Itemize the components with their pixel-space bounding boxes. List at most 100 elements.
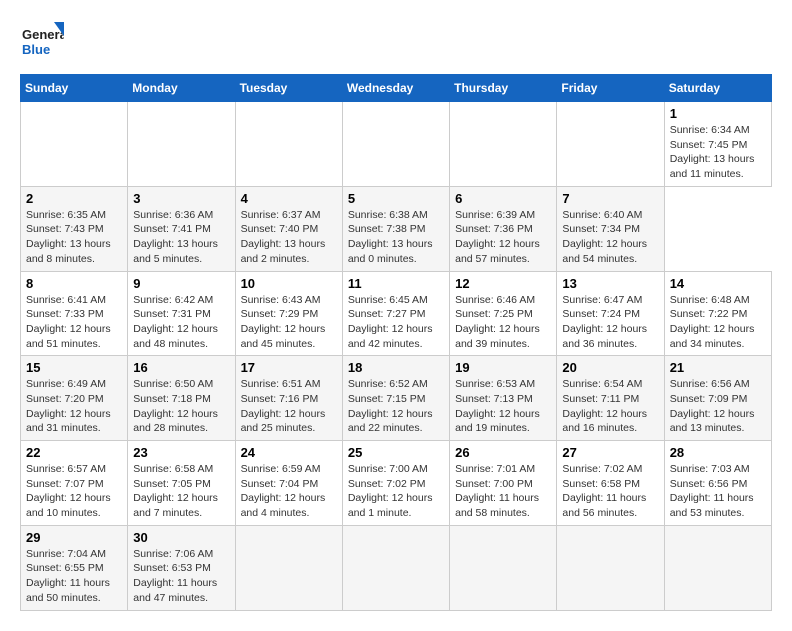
day-number: 19 (455, 360, 551, 375)
calendar-cell: 8 Sunrise: 6:41 AMSunset: 7:33 PMDaylight… (21, 271, 128, 356)
day-info: Sunrise: 7:01 AMSunset: 7:00 PMDaylight:… (455, 462, 551, 521)
day-info: Sunrise: 7:03 AMSunset: 6:56 PMDaylight:… (670, 462, 766, 521)
calendar-cell (557, 525, 664, 610)
day-info: Sunrise: 6:57 AMSunset: 7:07 PMDaylight:… (26, 462, 122, 521)
day-number: 1 (670, 106, 766, 121)
calendar-cell: 26Sunrise: 7:01 AMSunset: 7:00 PMDayligh… (450, 441, 557, 526)
calendar-cell: 4 Sunrise: 6:37 AMSunset: 7:40 PMDaylight… (235, 186, 342, 271)
calendar-cell: 9 Sunrise: 6:42 AMSunset: 7:31 PMDaylight… (128, 271, 235, 356)
calendar-cell: 15Sunrise: 6:49 AMSunset: 7:20 PMDayligh… (21, 356, 128, 441)
day-info: Sunrise: 7:04 AMSunset: 6:55 PMDaylight:… (26, 547, 122, 606)
day-info: Sunrise: 6:45 AMSunset: 7:27 PMDaylight:… (348, 293, 444, 352)
day-info: Sunrise: 6:41 AMSunset: 7:33 PMDaylight:… (26, 293, 122, 352)
calendar-cell: 2Sunrise: 6:35 AMSunset: 7:43 PMDaylight… (21, 186, 128, 271)
calendar-cell: 18 Sunrise: 6:52 AMSunset: 7:15 PMDayligh… (342, 356, 449, 441)
day-info: Sunrise: 6:59 AMSunset: 7:04 PMDaylight:… (241, 462, 337, 521)
calendar-cell: 7Sunrise: 6:40 AMSunset: 7:34 PMDaylight… (557, 186, 664, 271)
day-info: Sunrise: 6:47 AMSunset: 7:24 PMDaylight:… (562, 293, 658, 352)
day-number: 24 (241, 445, 337, 460)
calendar-cell: 17Sunrise: 6:51 AMSunset: 7:16 PMDayligh… (235, 356, 342, 441)
week-row-6: 29 Sunrise: 7:04 AMSunset: 6:55 PMDayligh… (21, 525, 772, 610)
calendar-cell (450, 525, 557, 610)
day-number: 10 (241, 276, 337, 291)
day-info: Sunrise: 6:53 AMSunset: 7:13 PMDaylight:… (455, 377, 551, 436)
calendar-cell: 12 Sunrise: 6:46 AMSunset: 7:25 PMDayligh… (450, 271, 557, 356)
calendar-cell: 19 Sunrise: 6:53 AMSunset: 7:13 PMDayligh… (450, 356, 557, 441)
svg-text:Blue: Blue (22, 42, 50, 57)
day-info: Sunrise: 6:35 AMSunset: 7:43 PMDaylight:… (26, 208, 122, 267)
calendar-cell: 27 Sunrise: 7:02 AMSunset: 6:58 PMDayligh… (557, 441, 664, 526)
day-info: Sunrise: 6:38 AMSunset: 7:38 PMDaylight:… (348, 208, 444, 267)
logo-icon: General Blue (20, 20, 64, 64)
day-number: 12 (455, 276, 551, 291)
day-info: Sunrise: 6:37 AMSunset: 7:40 PMDaylight:… (241, 208, 337, 267)
day-info: Sunrise: 6:50 AMSunset: 7:18 PMDaylight:… (133, 377, 229, 436)
calendar-cell (21, 102, 128, 187)
col-header-wednesday: Wednesday (342, 75, 449, 102)
day-info: Sunrise: 6:49 AMSunset: 7:20 PMDaylight:… (26, 377, 122, 436)
calendar-cell (128, 102, 235, 187)
calendar-cell: 3Sunrise: 6:36 AMSunset: 7:41 PMDaylight… (128, 186, 235, 271)
page-header: General Blue (20, 20, 772, 64)
calendar-cell: 29 Sunrise: 7:04 AMSunset: 6:55 PMDayligh… (21, 525, 128, 610)
day-number: 28 (670, 445, 766, 460)
day-number: 8 (26, 276, 122, 291)
calendar-cell: 16 Sunrise: 6:50 AMSunset: 7:18 PMDayligh… (128, 356, 235, 441)
day-number: 21 (670, 360, 766, 375)
calendar-cell (342, 525, 449, 610)
day-number: 30 (133, 530, 229, 545)
day-number: 18 (348, 360, 444, 375)
day-info: Sunrise: 6:52 AMSunset: 7:15 PMDaylight:… (348, 377, 444, 436)
week-row-1: 1 Sunrise: 6:34 AMSunset: 7:45 PMDaylight… (21, 102, 772, 187)
col-header-saturday: Saturday (664, 75, 771, 102)
day-info: Sunrise: 6:34 AMSunset: 7:45 PMDaylight:… (670, 123, 766, 182)
calendar-cell (664, 525, 771, 610)
week-row-2: 2Sunrise: 6:35 AMSunset: 7:43 PMDaylight… (21, 186, 772, 271)
day-number: 13 (562, 276, 658, 291)
col-header-monday: Monday (128, 75, 235, 102)
day-number: 14 (670, 276, 766, 291)
week-row-3: 8 Sunrise: 6:41 AMSunset: 7:33 PMDaylight… (21, 271, 772, 356)
day-info: Sunrise: 6:58 AMSunset: 7:05 PMDaylight:… (133, 462, 229, 521)
day-info: Sunrise: 6:56 AMSunset: 7:09 PMDaylight:… (670, 377, 766, 436)
week-row-5: 22 Sunrise: 6:57 AMSunset: 7:07 PMDayligh… (21, 441, 772, 526)
calendar-cell: 24 Sunrise: 6:59 AMSunset: 7:04 PMDayligh… (235, 441, 342, 526)
calendar-table: SundayMondayTuesdayWednesdayThursdayFrid… (20, 74, 772, 611)
day-number: 9 (133, 276, 229, 291)
day-info: Sunrise: 6:43 AMSunset: 7:29 PMDaylight:… (241, 293, 337, 352)
header-row: SundayMondayTuesdayWednesdayThursdayFrid… (21, 75, 772, 102)
day-info: Sunrise: 6:42 AMSunset: 7:31 PMDaylight:… (133, 293, 229, 352)
day-info: Sunrise: 6:36 AMSunset: 7:41 PMDaylight:… (133, 208, 229, 267)
logo: General Blue (20, 20, 64, 64)
day-number: 11 (348, 276, 444, 291)
calendar-cell (557, 102, 664, 187)
day-info: Sunrise: 6:46 AMSunset: 7:25 PMDaylight:… (455, 293, 551, 352)
calendar-cell (342, 102, 449, 187)
calendar-cell: 21 Sunrise: 6:56 AMSunset: 7:09 PMDayligh… (664, 356, 771, 441)
col-header-friday: Friday (557, 75, 664, 102)
day-info: Sunrise: 6:39 AMSunset: 7:36 PMDaylight:… (455, 208, 551, 267)
calendar-cell: 10 Sunrise: 6:43 AMSunset: 7:29 PMDayligh… (235, 271, 342, 356)
day-number: 22 (26, 445, 122, 460)
day-number: 27 (562, 445, 658, 460)
day-number: 7 (562, 191, 658, 206)
calendar-cell (235, 525, 342, 610)
day-number: 23 (133, 445, 229, 460)
calendar-cell (450, 102, 557, 187)
day-number: 25 (348, 445, 444, 460)
calendar-cell: 6 Sunrise: 6:39 AMSunset: 7:36 PMDaylight… (450, 186, 557, 271)
day-info: Sunrise: 7:00 AMSunset: 7:02 PMDaylight:… (348, 462, 444, 521)
day-number: 16 (133, 360, 229, 375)
day-number: 17 (241, 360, 337, 375)
day-number: 29 (26, 530, 122, 545)
day-number: 6 (455, 191, 551, 206)
day-number: 4 (241, 191, 337, 206)
calendar-cell: 25 Sunrise: 7:00 AMSunset: 7:02 PMDayligh… (342, 441, 449, 526)
calendar-cell: 5 Sunrise: 6:38 AMSunset: 7:38 PMDaylight… (342, 186, 449, 271)
day-info: Sunrise: 7:02 AMSunset: 6:58 PMDaylight:… (562, 462, 658, 521)
calendar-cell: 14Sunrise: 6:48 AMSunset: 7:22 PMDayligh… (664, 271, 771, 356)
svg-text:General: General (22, 27, 64, 42)
day-number: 5 (348, 191, 444, 206)
calendar-cell: 11 Sunrise: 6:45 AMSunset: 7:27 PMDayligh… (342, 271, 449, 356)
calendar-cell: 1 Sunrise: 6:34 AMSunset: 7:45 PMDaylight… (664, 102, 771, 187)
